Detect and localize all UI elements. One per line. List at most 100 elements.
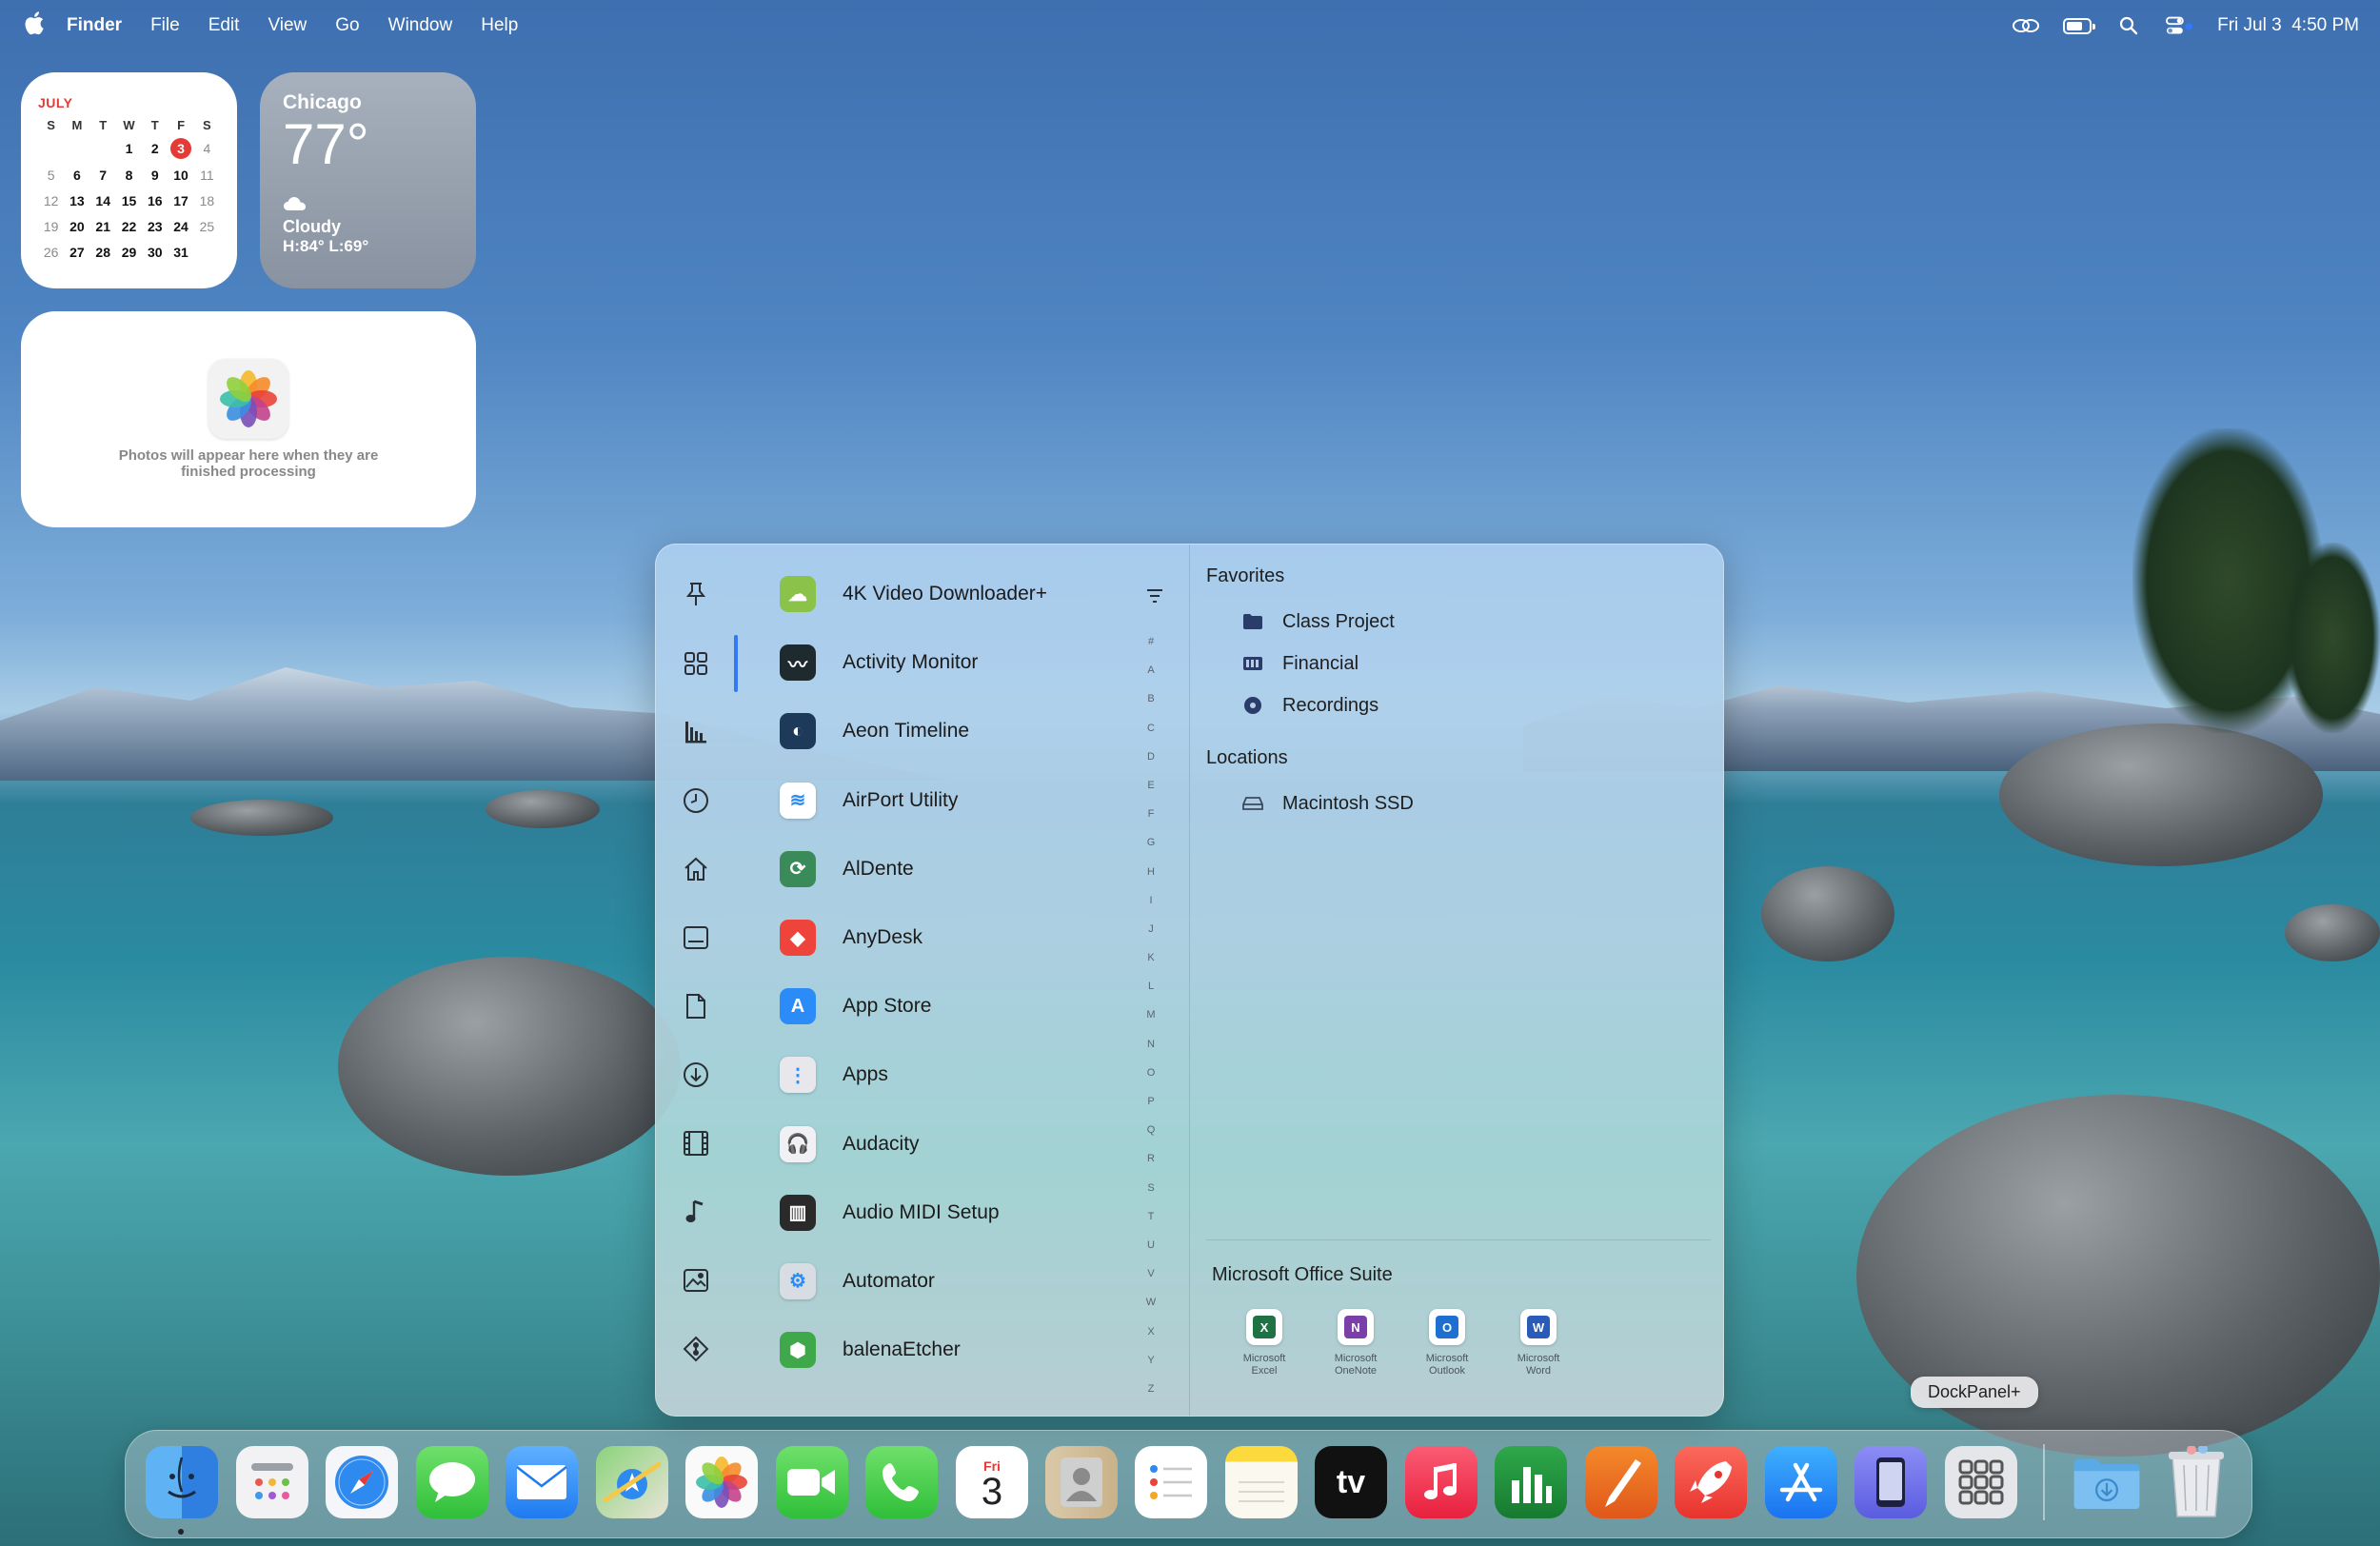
reminders-icon[interactable] [1135,1446,1207,1518]
app-list-item[interactable]: A App Store [780,972,1065,1041]
document-icon[interactable] [681,991,711,1021]
calendar-widget[interactable]: JULY S M T W T F S 1 2 3 4 5 6 7 8 9 10 11 12 13 14 15 16 17 18 1… [21,72,237,288]
safari-icon[interactable] [326,1446,398,1518]
chart-icon[interactable] [681,717,711,747]
index-letter[interactable]: U [1143,1239,1159,1268]
maps-icon[interactable] [596,1446,668,1518]
menu-view[interactable]: View [268,15,307,36]
index-letter[interactable]: S [1143,1182,1159,1211]
index-letter[interactable]: L [1143,981,1159,1009]
index-letter[interactable]: O [1143,1067,1159,1096]
index-letter[interactable]: I [1143,895,1159,923]
weather-widget[interactable]: Chicago 77° Cloudy H:84° L:69° [260,72,476,288]
notes-icon[interactable] [1225,1446,1298,1518]
index-letter[interactable]: N [1143,1039,1159,1067]
app-list-item[interactable]: ◐ Aeon Timeline [780,697,1065,765]
index-letter[interactable]: M [1143,1009,1159,1038]
battery-icon[interactable] [2063,15,2096,36]
index-letter[interactable]: H [1143,866,1159,895]
app-list-item[interactable]: ⋮ Apps [780,1041,1065,1109]
app-store-icon[interactable] [1765,1446,1837,1518]
image-icon[interactable] [681,1265,711,1296]
index-letter[interactable]: Q [1143,1124,1159,1153]
suite-app[interactable]: X Microsoft Excel [1237,1309,1292,1378]
app-list-item[interactable]: 〰 Activity Monitor [780,628,1065,697]
app-list-item[interactable]: ◆ AnyDesk [780,903,1065,972]
favorite-item[interactable]: Financial [1206,643,1701,684]
index-letter[interactable]: P [1143,1096,1159,1124]
phone-icon[interactable] [865,1446,938,1518]
list-sort-icon[interactable] [1145,586,1164,605]
clock-icon[interactable] [681,785,711,816]
menu-file[interactable]: File [150,15,180,36]
launchpad-icon[interactable] [236,1446,308,1518]
index-letter[interactable]: T [1143,1211,1159,1239]
trash-icon[interactable] [2160,1446,2232,1518]
tv-icon[interactable]: tv [1315,1446,1387,1518]
pages-icon[interactable] [1585,1446,1657,1518]
app-icon: ◐ [780,713,816,750]
index-letter[interactable]: A [1143,664,1159,693]
control-center-icon[interactable] [2166,15,2194,36]
menu-datetime[interactable]: Fri Jul 3 4:50 PM [2217,15,2359,36]
index-letter[interactable]: Z [1143,1383,1159,1412]
music-icon[interactable] [1405,1446,1478,1518]
app-list-item[interactable]: ☁ 4K Video Downloader+ [780,560,1065,628]
index-letter[interactable]: C [1143,723,1159,751]
film-icon[interactable] [681,1128,711,1159]
grid-icon[interactable] [681,648,711,679]
search-icon[interactable] [2114,15,2143,36]
photos-icon[interactable] [685,1446,758,1518]
menu-go[interactable]: Go [335,15,359,36]
git-icon[interactable] [681,1334,711,1364]
download-icon[interactable] [681,1060,711,1090]
screen-mirroring-icon[interactable] [2012,15,2040,36]
mail-icon[interactable] [506,1446,578,1518]
photos-widget[interactable]: Photos will appear here when they are fi… [21,311,476,527]
menu-help[interactable]: Help [481,15,518,36]
index-letter[interactable]: E [1143,780,1159,808]
suite-app[interactable]: W Microsoft Word [1511,1309,1566,1378]
index-letter[interactable]: G [1143,837,1159,865]
app-list-item[interactable]: 🎧 Audacity [780,1110,1065,1179]
window-icon[interactable] [681,922,711,953]
apple-menu-icon[interactable] [21,10,48,42]
index-letter[interactable]: # [1143,636,1159,664]
index-letter[interactable]: W [1143,1297,1159,1325]
suite-app[interactable]: O Microsoft Outlook [1419,1309,1475,1378]
dockpanel-icon[interactable] [1945,1446,2017,1518]
menu-window[interactable]: Window [388,15,453,36]
menu-app-name[interactable]: Finder [67,15,122,36]
messages-icon[interactable] [416,1446,488,1518]
home-icon[interactable] [681,854,711,884]
index-letter[interactable]: B [1143,693,1159,722]
music-icon[interactable] [681,1197,711,1227]
rocket-icon[interactable] [1675,1446,1747,1518]
contacts-icon[interactable] [1045,1446,1118,1518]
index-letter[interactable]: J [1143,923,1159,952]
index-letter[interactable]: V [1143,1268,1159,1297]
index-letter[interactable]: X [1143,1326,1159,1355]
app-list-item[interactable]: ⚙ Automator [780,1247,1065,1316]
app-list-item[interactable]: ≋ AirPort Utility [780,766,1065,835]
index-letter[interactable]: R [1143,1153,1159,1181]
location-item[interactable]: Macintosh SSD [1206,783,1701,824]
calendar-icon[interactable]: Fri 3 [956,1446,1028,1518]
pin-icon[interactable] [681,579,711,609]
downloads-folder-icon[interactable] [2071,1446,2143,1518]
index-letter[interactable]: D [1143,751,1159,780]
menu-edit[interactable]: Edit [208,15,240,36]
finder-icon[interactable] [146,1446,218,1518]
favorite-item[interactable]: Recordings [1206,684,1701,726]
app-list-item[interactable]: ▥ Audio MIDI Setup [780,1179,1065,1247]
favorite-item[interactable]: Class Project [1206,601,1701,643]
index-letter[interactable]: F [1143,808,1159,837]
index-letter[interactable]: K [1143,952,1159,981]
facetime-icon[interactable] [776,1446,848,1518]
app-list-item[interactable]: ⬢ balenaEtcher [780,1316,1065,1384]
app-list-item[interactable]: ⟳ AlDente [780,835,1065,903]
numbers-icon[interactable] [1495,1446,1567,1518]
simulator-icon[interactable] [1854,1446,1927,1518]
suite-app[interactable]: N Microsoft OneNote [1328,1309,1383,1378]
index-letter[interactable]: Y [1143,1355,1159,1383]
